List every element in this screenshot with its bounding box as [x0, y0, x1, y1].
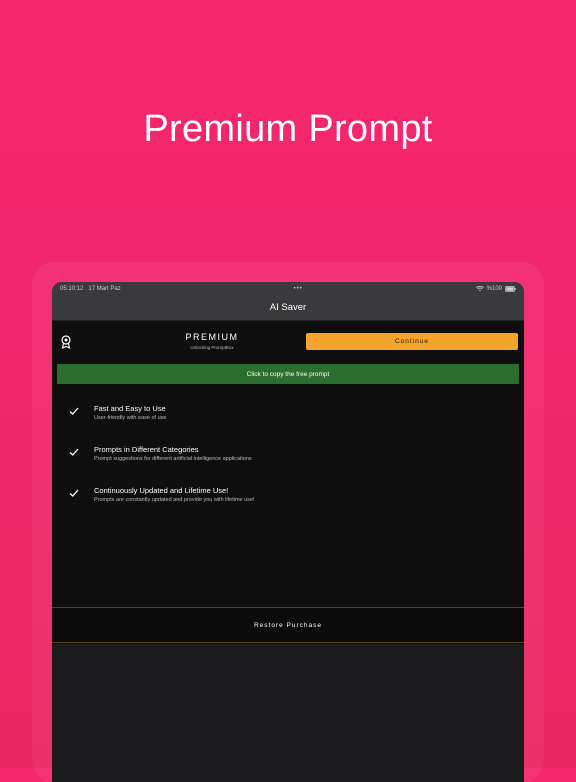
hero-title: Premium Prompt	[143, 108, 433, 150]
feature-text: Fast and Easy to Use User-friendly with …	[94, 404, 166, 421]
battery-icon	[505, 285, 516, 292]
check-icon	[69, 448, 79, 456]
navbar-title: AI Saver	[269, 302, 307, 313]
status-indicators: %100	[475, 285, 516, 292]
status-time-text: 05:10:12	[60, 285, 84, 292]
feature-text: Continuously Updated and Lifetime Use! P…	[94, 486, 255, 503]
status-time: 05:10:12 17 Mart Paz	[60, 286, 121, 292]
premium-subtitle: Unlocking PromptBox	[190, 345, 234, 350]
feature-title: Fast and Easy to Use	[94, 404, 166, 413]
feature-item: Continuously Updated and Lifetime Use! P…	[68, 486, 255, 503]
feature-item: Fast and Easy to Use User-friendly with …	[68, 404, 166, 421]
award-icon	[61, 335, 71, 349]
feature-title: Continuously Updated and Lifetime Use!	[94, 486, 229, 495]
feature-item: Prompts in Different Categories Prompt s…	[68, 445, 252, 462]
premium-text: PREMIUM Unlocking PromptBox	[147, 332, 277, 350]
status-bar: 05:10:12 17 Mart Paz ••• %100	[52, 282, 524, 295]
wifi-icon	[475, 285, 484, 291]
navbar: AI Saver	[52, 295, 524, 321]
device-screen: 05:10:12 17 Mart Paz ••• %100 AI Saver P…	[52, 282, 524, 782]
status-date: 17 Mart Paz	[88, 285, 121, 292]
check-icon	[69, 407, 79, 415]
premium-row: PREMIUM Unlocking PromptBox Continue	[52, 321, 524, 364]
check-icon	[69, 489, 79, 497]
feature-desc: Prompts are constantly updated and provi…	[94, 497, 255, 503]
feature-text: Prompts in Different Categories Prompt s…	[94, 445, 252, 462]
continue-button[interactable]: Continue	[306, 333, 518, 350]
bottom-area	[52, 644, 524, 782]
restore-purchase-button[interactable]: Restore Purchase	[52, 607, 524, 643]
premium-title: PREMIUM	[185, 332, 239, 342]
battery-text: %100	[486, 285, 502, 292]
multitask-dots[interactable]: •••	[294, 286, 303, 292]
feature-title: Prompts in Different Categories	[94, 445, 199, 454]
feature-desc: Prompt suggestions for different artific…	[94, 456, 252, 462]
copy-free-prompt-button[interactable]: Click to copy the free prompt	[57, 364, 519, 384]
feature-desc: User-friendly with ease of use	[94, 415, 167, 421]
